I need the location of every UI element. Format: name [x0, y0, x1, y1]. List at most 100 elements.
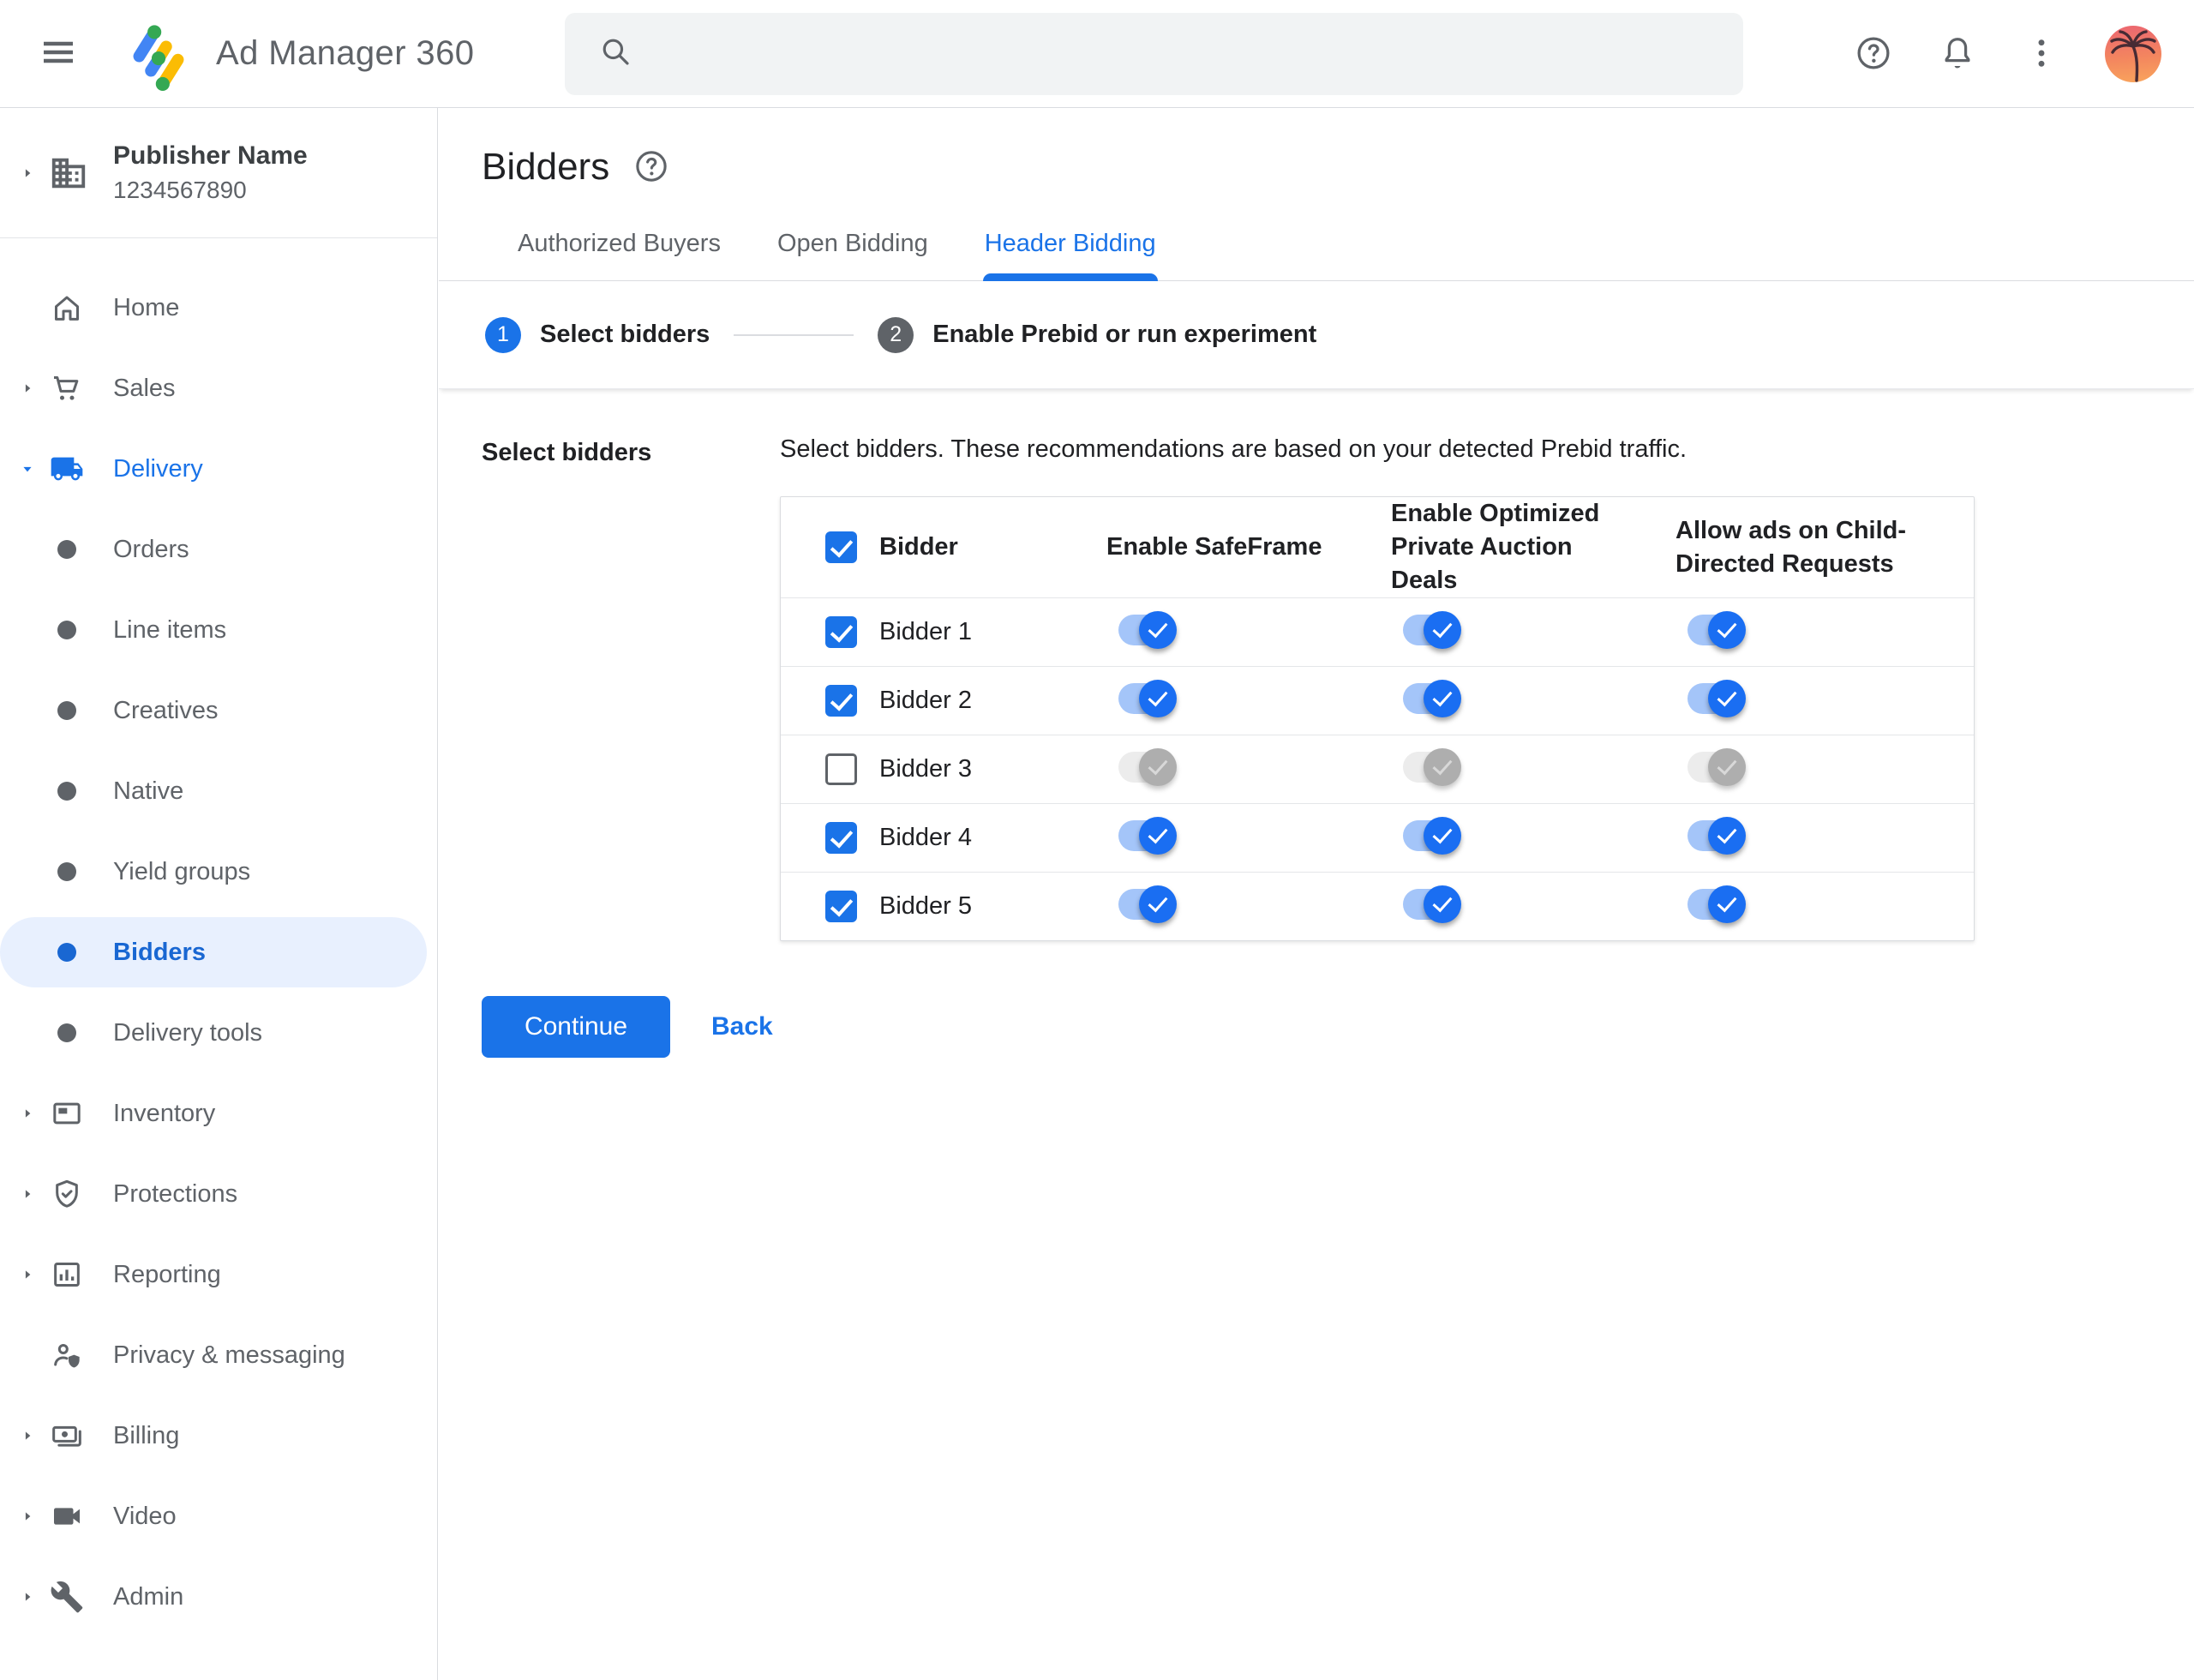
sidebar: Publisher Name 1234567890 Home Sales Deliv…: [0, 108, 438, 1680]
sidebar-item-line-items[interactable]: Line items: [0, 590, 437, 670]
person-shield-icon: [48, 1338, 86, 1372]
select-all-checkbox[interactable]: [825, 531, 857, 564]
select-bidders-section: Select bidders Select bidders. These rec…: [439, 389, 2194, 942]
step-enable-prebid-or-run-experiment[interactable]: 2 Enable Prebid or run experiment: [878, 316, 1316, 353]
bidder-name: Bidder 2: [879, 687, 973, 715]
toggle-enable-optimized-private-auction-deals[interactable]: [1403, 679, 1461, 718]
sidebar-item-native[interactable]: Native: [0, 751, 437, 831]
publisher-selector[interactable]: Publisher Name 1234567890: [0, 108, 437, 238]
home-icon: [48, 291, 86, 325]
bidder-checkbox[interactable]: [825, 822, 857, 855]
caret-down-icon: [19, 460, 36, 477]
back-link[interactable]: Back: [711, 1012, 773, 1041]
toggle-cell: [1675, 747, 1974, 791]
toggle-cell: [1391, 816, 1675, 860]
tab-header-bidding[interactable]: Header Bidding: [982, 230, 1158, 281]
brand: Ad Manager 360: [123, 12, 474, 95]
bullet-icon: [48, 540, 86, 559]
section-description: Select bidders. These recommendations ar…: [780, 435, 1687, 463]
table-row: Bidder 1: [781, 597, 1974, 666]
continue-button[interactable]: Continue: [482, 996, 670, 1059]
bidder-checkbox[interactable]: [825, 685, 857, 717]
bidder-checkbox[interactable]: [825, 891, 857, 923]
topbar: Ad Manager 360: [0, 0, 2194, 108]
inventory-icon: [48, 1096, 86, 1131]
sidebar-item-privacy-messaging[interactable]: Privacy & messaging: [0, 1315, 437, 1395]
caret-right-icon: [19, 1105, 36, 1122]
menu-button[interactable]: [36, 32, 81, 76]
tab-open-bidding[interactable]: Open Bidding: [777, 230, 928, 280]
sidebar-item-delivery[interactable]: Delivery: [0, 429, 437, 509]
publisher-id: 1234567890: [113, 177, 247, 203]
sidebar-item-delivery-tools[interactable]: Delivery tools: [0, 993, 437, 1073]
toggle-allow-ads-on-child-directed-requests[interactable]: [1687, 679, 1746, 718]
sidebar-item-reporting[interactable]: Reporting: [0, 1234, 437, 1315]
toggle-cell: [1391, 679, 1675, 723]
truck-icon: [48, 452, 86, 486]
toggle-enable-safeframe[interactable]: [1118, 747, 1177, 787]
bidder-name-cell: Bidder 3: [781, 753, 1106, 786]
search-bar[interactable]: [565, 12, 1744, 95]
toggle-enable-safeframe[interactable]: [1118, 610, 1177, 650]
sidebar-item-label: Delivery: [113, 454, 203, 483]
sidebar-item-label: Billing: [113, 1421, 180, 1449]
sidebar-nav: Home Sales Delivery Orders Line items Creativ…: [0, 238, 437, 1637]
sidebar-item-video[interactable]: Video: [0, 1476, 437, 1557]
toggle-allow-ads-on-child-directed-requests[interactable]: [1687, 747, 1746, 787]
avatar[interactable]: [2105, 25, 2161, 82]
toggle-enable-optimized-private-auction-deals[interactable]: [1403, 747, 1461, 787]
sidebar-item-label: Sales: [113, 374, 176, 402]
page-title: Bidders: [482, 146, 610, 188]
step-number: 2: [878, 316, 914, 353]
notifications-button[interactable]: [1937, 33, 1978, 75]
bullet-icon: [48, 1023, 86, 1042]
sidebar-item-label: Video: [113, 1502, 177, 1530]
toggle-enable-safeframe[interactable]: [1118, 679, 1177, 718]
sidebar-item-creatives[interactable]: Creatives: [0, 670, 437, 751]
sidebar-item-sales[interactable]: Sales: [0, 348, 437, 429]
more-vert-icon: [2022, 39, 2061, 75]
bidder-checkbox[interactable]: [825, 616, 857, 649]
toggle-enable-optimized-private-auction-deals[interactable]: [1403, 610, 1461, 650]
form-actions: Continue Back: [482, 996, 2194, 1059]
bullet-icon: [48, 621, 86, 639]
toggle-allow-ads-on-child-directed-requests[interactable]: [1687, 816, 1746, 855]
step-number: 1: [485, 316, 521, 353]
stepper-connector: [734, 333, 854, 336]
sidebar-item-bidders[interactable]: Bidders: [0, 917, 427, 987]
sidebar-item-label: Admin: [113, 1582, 184, 1611]
tab-authorized-buyers[interactable]: Authorized Buyers: [518, 230, 721, 280]
toggle-enable-safeframe[interactable]: [1118, 816, 1177, 855]
bidder-name: Bidder 3: [879, 755, 973, 783]
publisher-name: Publisher Name: [113, 141, 308, 170]
caret-right-icon: [19, 1427, 36, 1444]
bidder-name-cell: Bidder 5: [781, 891, 1106, 923]
page-help-button[interactable]: [632, 147, 671, 187]
bullet-icon: [48, 943, 86, 962]
caret-right-icon: [19, 1185, 36, 1203]
sidebar-item-billing[interactable]: Billing: [0, 1395, 437, 1476]
section-label: Select bidders: [482, 439, 652, 466]
tab-bar: Authorized Buyers Open Bidding Header Bidd…: [439, 230, 2194, 281]
bidder-checkbox[interactable]: [825, 753, 857, 786]
help-button[interactable]: [1853, 33, 1894, 75]
overflow-menu-button[interactable]: [2021, 33, 2062, 75]
step-select-bidders[interactable]: 1 Select bidders: [485, 316, 710, 353]
sidebar-item-inventory[interactable]: Inventory: [0, 1073, 437, 1154]
toggle-enable-optimized-private-auction-deals[interactable]: [1403, 816, 1461, 855]
sidebar-item-protections[interactable]: Protections: [0, 1154, 437, 1234]
toggle-cell: [1391, 747, 1675, 791]
main-content: Bidders Authorized Buyers Open Bidding Hea…: [439, 108, 2194, 1680]
bidder-name: Bidder 5: [879, 892, 973, 921]
sidebar-item-yield-groups[interactable]: Yield groups: [0, 831, 437, 912]
sidebar-item-home[interactable]: Home: [0, 267, 437, 348]
sidebar-item-admin[interactable]: Admin: [0, 1557, 437, 1637]
toggle-allow-ads-on-child-directed-requests[interactable]: [1687, 610, 1746, 650]
toggle-allow-ads-on-child-directed-requests[interactable]: [1687, 885, 1746, 924]
search-input[interactable]: [656, 12, 1744, 95]
sidebar-item-orders[interactable]: Orders: [0, 509, 437, 590]
toggle-enable-optimized-private-auction-deals[interactable]: [1403, 885, 1461, 924]
toggle-enable-safeframe[interactable]: [1118, 885, 1177, 924]
column-header-enable-safeframe: Enable SafeFrame: [1106, 533, 1322, 561]
menu-icon: [38, 41, 79, 75]
